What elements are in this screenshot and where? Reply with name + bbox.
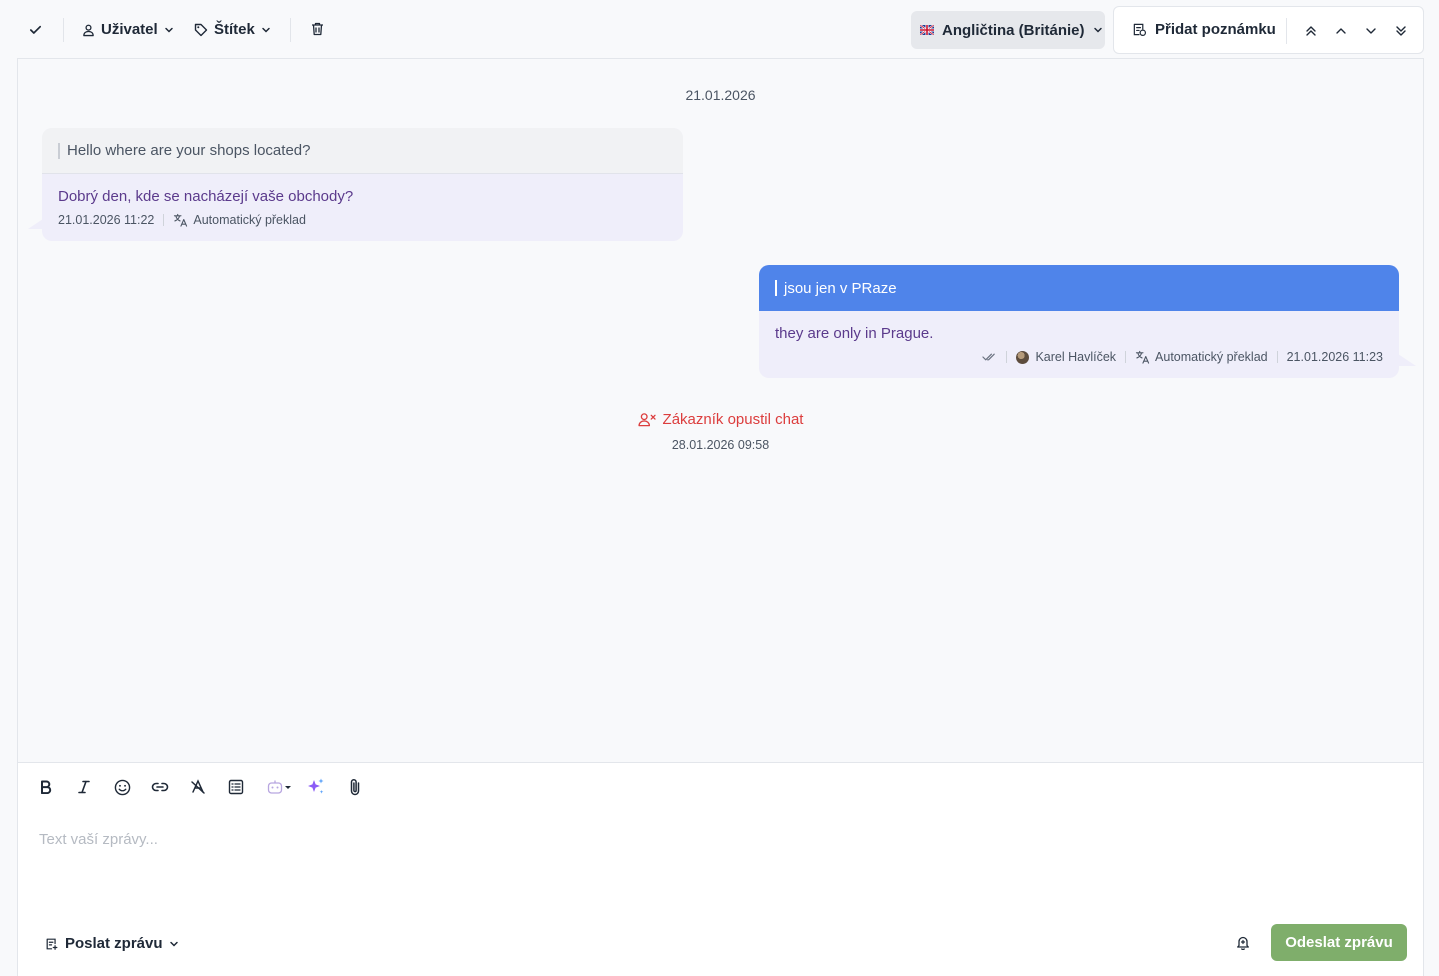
- check-icon: [29, 25, 42, 34]
- uk-flag-icon: [920, 25, 934, 35]
- translation-label: Automatický překlad: [1155, 350, 1268, 364]
- double-chevron-down-icon[interactable]: [1393, 23, 1409, 39]
- original-message-text: jsou jen v PRaze: [759, 265, 1399, 311]
- toolbar-divider: [63, 18, 64, 42]
- sparkles-icon: [308, 778, 324, 794]
- bold-icon: [41, 780, 52, 794]
- outgoing-message: jsou jen v PRaze they are only in Prague…: [759, 265, 1399, 378]
- chevron-down-icon: [164, 27, 173, 33]
- note-icon: [1133, 23, 1147, 37]
- italic-icon: [78, 780, 90, 794]
- bell-icon: [1237, 936, 1249, 950]
- ai-assist-button[interactable]: [306, 777, 326, 797]
- message-time: 21.01.2026 11:23: [1286, 350, 1383, 364]
- tag-dropdown[interactable]: Štítek: [194, 21, 271, 38]
- add-note-label: Přidat poznámku: [1155, 21, 1276, 38]
- emoji-button[interactable]: [112, 777, 132, 797]
- event-time: 28.01.2026 09:58: [671, 438, 770, 452]
- delete-button[interactable]: [311, 22, 324, 36]
- agent-name: Karel Havlíček: [1035, 350, 1117, 364]
- user-icon: [83, 24, 94, 36]
- chat-panel: 21.01.2026 Hello where are your shops lo…: [17, 58, 1424, 976]
- translation-label: Automatický překlad: [193, 213, 306, 227]
- double-chevron-up-icon[interactable]: [1303, 23, 1319, 39]
- clear-format-button[interactable]: [188, 777, 208, 797]
- message-time: 21.01.2026 11:22: [58, 213, 155, 227]
- send-button[interactable]: Odeslat zprávu: [1271, 924, 1407, 961]
- message-composer: Text vaší zprávy... Poslat zprávu Odesla…: [18, 762, 1423, 976]
- trash-icon: [312, 22, 323, 36]
- message-meta: Karel Havlíček Automatický překlad 21.01…: [982, 350, 1383, 364]
- bot-dropdown[interactable]: [266, 777, 294, 797]
- toolbar: Uživatel Štítek Angličtina (Británie) Př…: [0, 0, 1439, 58]
- check-button[interactable]: [28, 22, 43, 37]
- attach-button[interactable]: [345, 777, 365, 797]
- template-button[interactable]: [226, 777, 246, 797]
- avatar: [1016, 350, 1030, 364]
- double-check-icon: [982, 353, 996, 361]
- customer-left-event: Zákazník opustil chat: [18, 411, 1423, 428]
- incoming-message: Hello where are your shops located? Dobr…: [42, 128, 683, 241]
- chevron-down-icon: [169, 941, 178, 947]
- send-mode-dropdown[interactable]: Poslat zprávu: [45, 935, 179, 952]
- user-dropdown[interactable]: Uživatel: [82, 21, 174, 38]
- language-select-label: Angličtina (Británie): [942, 21, 1085, 39]
- original-message-text: Hello where are your shops located?: [42, 128, 683, 174]
- note-navigation-group: Přidat poznámku: [1113, 6, 1424, 54]
- original-text: jsou jen v PRaze: [784, 279, 897, 297]
- chevron-down-icon: [262, 27, 270, 33]
- link-icon: [151, 782, 169, 792]
- tag-icon: [194, 23, 208, 36]
- bold-button[interactable]: [36, 777, 56, 797]
- translated-message-text: they are only in Prague.: [775, 325, 934, 342]
- user-dropdown-label: Uživatel: [101, 21, 158, 38]
- toolbar-divider: [1286, 18, 1287, 44]
- chevron-down-icon: [1093, 27, 1102, 33]
- add-note-button[interactable]: Přidat poznámku: [1132, 21, 1276, 38]
- language-select[interactable]: Angličtina (Británie): [911, 11, 1105, 49]
- translate-icon: [174, 213, 188, 227]
- emoji-icon: [114, 779, 130, 795]
- message-input[interactable]: Text vaší zprávy...: [39, 831, 158, 848]
- tag-dropdown-label: Štítek: [214, 21, 255, 38]
- note-icon: [46, 938, 58, 950]
- chevron-down-icon[interactable]: [1363, 23, 1379, 39]
- paperclip-icon: [350, 778, 360, 796]
- bot-icon: [267, 780, 291, 794]
- message-meta: 21.01.2026 11:22 Automatický překlad: [58, 213, 306, 227]
- italic-button[interactable]: [74, 777, 94, 797]
- notification-button[interactable]: [1236, 935, 1250, 950]
- message-input-placeholder: Text vaší zprávy...: [39, 831, 158, 848]
- toolbar-divider: [290, 18, 291, 42]
- user-x-icon: [637, 413, 656, 427]
- bubble-tail: [1398, 354, 1416, 366]
- link-button[interactable]: [150, 777, 170, 797]
- send-mode-label: Poslat zprávu: [65, 935, 163, 952]
- template-icon: [228, 779, 244, 795]
- date-separator: 21.01.2026: [685, 87, 756, 103]
- translated-message-text: Dobrý den, kde se nacházejí vaše obchody…: [58, 188, 354, 205]
- chevron-up-icon[interactable]: [1333, 23, 1349, 39]
- event-text: Zákazník opustil chat: [662, 411, 804, 428]
- clear-format-icon: [191, 779, 205, 794]
- translate-icon: [1135, 350, 1150, 364]
- original-text: Hello where are your shops located?: [67, 142, 311, 159]
